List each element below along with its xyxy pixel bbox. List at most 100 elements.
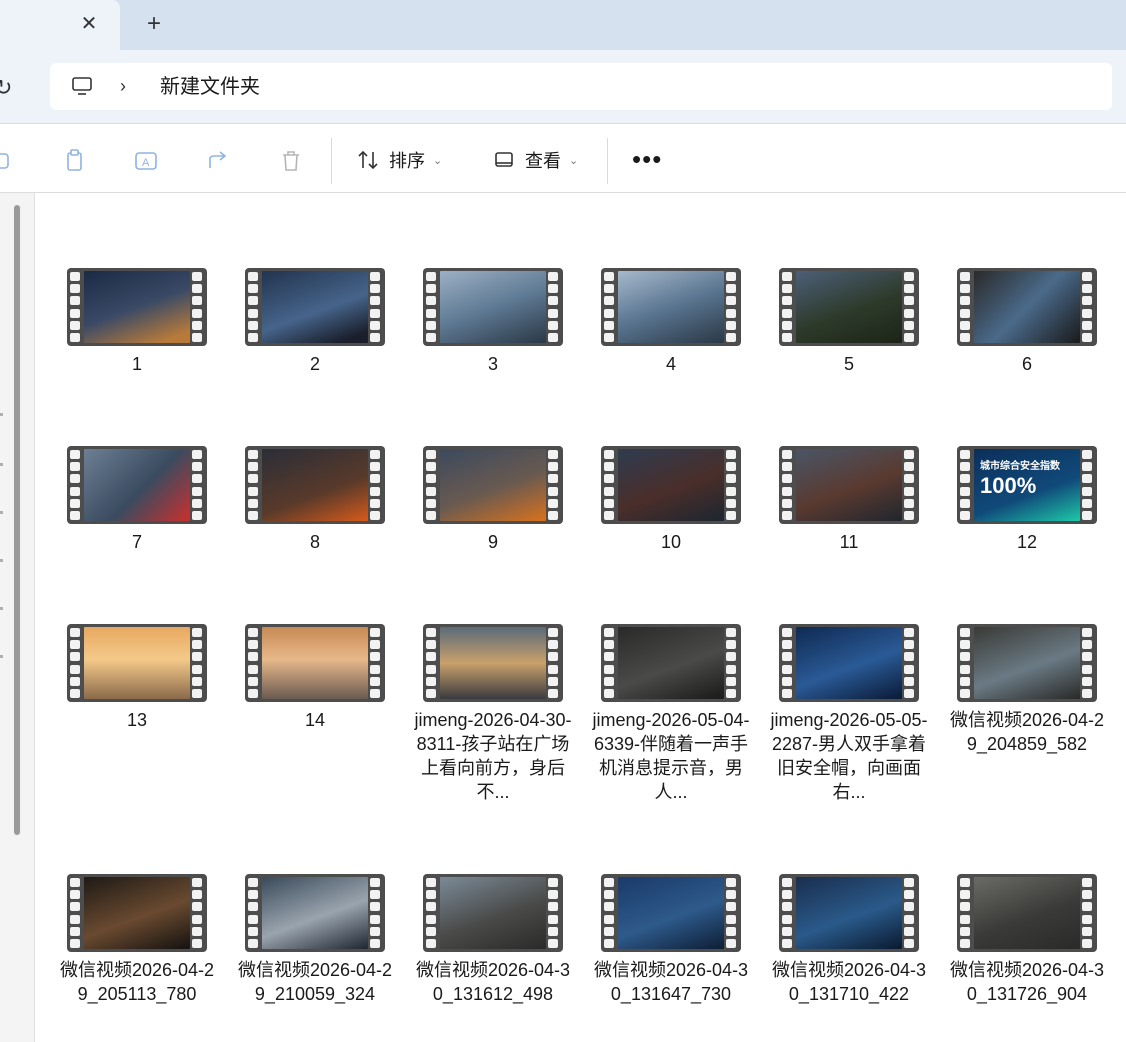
file-item[interactable]: 3 [413, 268, 573, 376]
address-bar[interactable]: › 新建文件夹 [50, 63, 1112, 110]
sort-button[interactable]: 排序 ⌄ [357, 145, 442, 175]
video-frame [262, 449, 368, 521]
file-item[interactable]: 城市综合安全指数 100% 12 [947, 446, 1107, 554]
view-icon [495, 152, 513, 167]
film-perforations [548, 272, 560, 342]
file-item[interactable]: 1 [57, 268, 217, 376]
file-name: 微信视频2026-04-29_204859_582 [949, 710, 1105, 754]
file-item[interactable]: 微信视频2026-04-30_131647_730 [591, 874, 751, 1006]
rename-icon[interactable]: A [134, 148, 160, 174]
file-item[interactable]: 微信视频2026-04-30_131710_422 [769, 874, 929, 1006]
video-thumbnail [957, 624, 1097, 702]
video-frame: 城市综合安全指数 100% [974, 449, 1080, 521]
file-item[interactable]: 7 [57, 446, 217, 554]
file-item[interactable]: jimeng-2026-04-30-8311-孩子站在广场上看向前方，身后不..… [413, 624, 573, 804]
file-item[interactable]: jimeng-2026-05-05-2287-男人双手拿着旧安全帽，向画面右..… [769, 624, 929, 804]
video-thumbnail [779, 874, 919, 952]
monitor-icon [72, 77, 92, 95]
nav-marker [0, 463, 3, 466]
video-thumbnail [67, 446, 207, 524]
film-perforations [904, 878, 916, 948]
file-item[interactable]: 13 [57, 624, 217, 732]
file-item[interactable]: 微信视频2026-04-30_131612_498 [413, 874, 573, 1006]
file-item[interactable]: 6 [947, 268, 1107, 376]
film-perforations [548, 628, 560, 698]
breadcrumb-folder[interactable]: 新建文件夹 [160, 75, 260, 99]
address-row: ↻ › 新建文件夹 [0, 50, 1126, 123]
nav-scrollbar[interactable] [14, 205, 22, 835]
video-thumbnail [67, 268, 207, 346]
film-perforations [1082, 878, 1094, 948]
film-perforations [192, 272, 204, 342]
video-frame [262, 877, 368, 949]
file-item[interactable]: 14 [235, 624, 395, 732]
frame-overlay-value: 100% [980, 473, 1037, 498]
file-name: 微信视频2026-04-29_210059_324 [237, 960, 393, 1004]
video-frame [440, 271, 546, 343]
video-frame [84, 271, 190, 343]
nav-marker [0, 511, 3, 514]
film-perforations [1082, 450, 1094, 520]
file-name: 12 [1016, 532, 1038, 552]
frame-overlay-title: 城市综合安全指数 [980, 461, 1060, 472]
video-frame [618, 877, 724, 949]
tab-active[interactable]: ✕ [0, 0, 120, 50]
file-name: jimeng-2026-05-04-6339-伴随着一声手机消息提示音，男人..… [592, 710, 750, 802]
video-frame [84, 627, 190, 699]
film-perforations [548, 450, 560, 520]
more-options-button[interactable]: ••• [632, 146, 662, 172]
video-thumbnail [423, 268, 563, 346]
video-thumbnail [601, 268, 741, 346]
video-frame [440, 449, 546, 521]
file-item[interactable]: 9 [413, 446, 573, 554]
video-frame [440, 627, 546, 699]
file-item[interactable]: 微信视频2026-04-29_210059_324 [235, 874, 395, 1006]
close-icon[interactable]: ✕ [78, 13, 100, 35]
film-perforations [426, 878, 438, 948]
video-frame [84, 877, 190, 949]
video-frame [262, 271, 368, 343]
film-perforations [604, 272, 616, 342]
svg-text:A: A [142, 157, 150, 169]
video-thumbnail [423, 446, 563, 524]
film-perforations [370, 450, 382, 520]
video-frame [796, 877, 902, 949]
share-icon[interactable] [206, 148, 232, 174]
film-perforations [192, 450, 204, 520]
film-perforations [248, 272, 260, 342]
video-frame [796, 627, 902, 699]
video-thumbnail: 城市综合安全指数 100% [957, 446, 1097, 524]
file-item[interactable]: 2 [235, 268, 395, 376]
film-perforations [70, 272, 82, 342]
nav-scrollbar-thumb[interactable] [14, 205, 20, 835]
film-perforations [782, 450, 794, 520]
film-perforations [726, 628, 738, 698]
video-frame [796, 271, 902, 343]
file-item[interactable]: 微信视频2026-04-29_205113_780 [57, 874, 217, 1006]
film-perforations [960, 878, 972, 948]
file-item[interactable]: 微信视频2026-04-30_131726_904 [947, 874, 1107, 1006]
video-thumbnail [779, 446, 919, 524]
refresh-icon[interactable]: ↻ [0, 75, 12, 101]
file-item[interactable]: 8 [235, 446, 395, 554]
new-tab-button[interactable]: + [143, 12, 165, 36]
chevron-down-icon: ⌄ [433, 154, 443, 167]
file-item[interactable]: 微信视频2026-04-29_204859_582 [947, 624, 1107, 756]
chevron-right-icon[interactable]: › [120, 75, 126, 97]
file-name: 11 [839, 532, 859, 552]
video-thumbnail [423, 874, 563, 952]
cut-icon[interactable] [0, 148, 14, 174]
file-item[interactable]: jimeng-2026-05-04-6339-伴随着一声手机消息提示音，男人..… [591, 624, 751, 804]
file-item[interactable]: 5 [769, 268, 929, 376]
file-item[interactable]: 10 [591, 446, 751, 554]
delete-icon[interactable] [278, 148, 304, 174]
file-name: 1 [131, 354, 142, 374]
video-thumbnail [67, 874, 207, 952]
view-button[interactable]: 查看 ⌄ [493, 145, 578, 175]
file-name: 微信视频2026-04-30_131647_730 [593, 960, 749, 1004]
file-item[interactable]: 4 [591, 268, 751, 376]
copy-icon[interactable] [62, 148, 88, 174]
film-perforations [726, 450, 738, 520]
file-item[interactable]: 11 [769, 446, 929, 554]
film-perforations [604, 450, 616, 520]
